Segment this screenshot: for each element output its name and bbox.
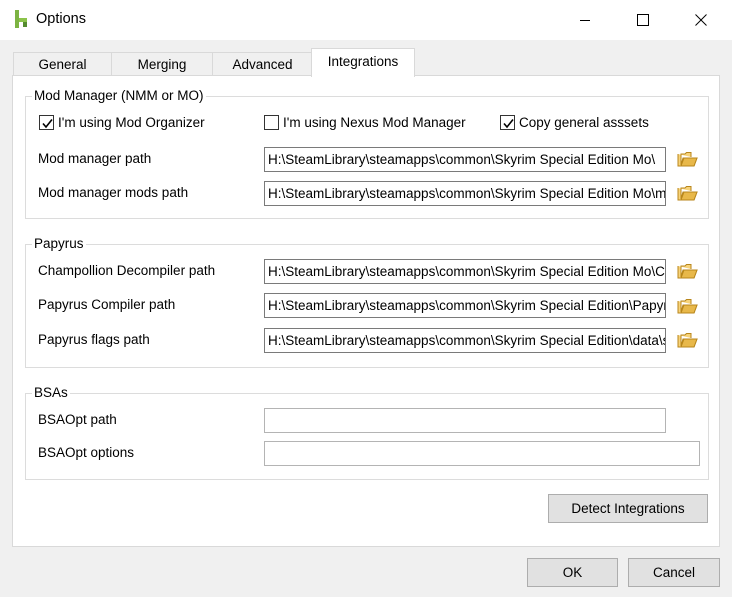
- compiler-path-input[interactable]: H:\SteamLibrary\steamapps\common\Skyrim …: [264, 293, 666, 318]
- decompiler-path-browse-button[interactable]: [677, 263, 698, 280]
- copy-general-assets-checkbox[interactable]: Copy general asssets: [500, 115, 649, 130]
- folder-icon: [677, 152, 698, 167]
- mod-manager-path-input[interactable]: H:\SteamLibrary\steamapps\common\Skyrim …: [264, 147, 666, 172]
- ok-button[interactable]: OK: [527, 558, 618, 587]
- nexus-mod-manager-checkbox[interactable]: I'm using Nexus Mod Manager: [264, 115, 466, 130]
- minimize-button[interactable]: [556, 0, 614, 40]
- flags-path-browse-button[interactable]: [677, 332, 698, 349]
- checkbox-box[interactable]: [500, 115, 515, 130]
- papyrus-group-title: Papyrus: [32, 235, 86, 253]
- bsaopt-options-label: BSAOpt options: [38, 445, 135, 460]
- window-title: Options: [36, 11, 86, 27]
- mod-organizer-checkbox[interactable]: I'm using Mod Organizer: [39, 115, 205, 130]
- folder-icon: [677, 299, 698, 314]
- mod-manager-group: Mod Manager (NMM or MO) I'm using Mod Or…: [25, 87, 709, 219]
- bsas-group: BSAs BSAOpt path BSAOpt options: [25, 384, 709, 480]
- mod-manager-path-browse-button[interactable]: [677, 151, 698, 168]
- close-icon: [695, 14, 707, 26]
- mod-organizer-checkbox-label: I'm using Mod Organizer: [58, 115, 205, 130]
- title-bar: Options: [0, 0, 732, 40]
- bsaopt-path-label: BSAOpt path: [38, 412, 117, 427]
- checkbox-box[interactable]: [264, 115, 279, 130]
- mod-manager-path-label: Mod manager path: [38, 151, 152, 166]
- close-button[interactable]: [672, 0, 730, 40]
- decompiler-path-input[interactable]: H:\SteamLibrary\steamapps\common\Skyrim …: [264, 259, 666, 284]
- compiler-path-browse-button[interactable]: [677, 298, 698, 315]
- flags-path-label: Papyrus flags path: [38, 332, 150, 347]
- tab-integrations[interactable]: Integrations: [311, 48, 415, 77]
- bsaopt-path-input[interactable]: [264, 408, 666, 433]
- folder-icon: [677, 333, 698, 348]
- maximize-icon: [637, 14, 649, 26]
- compiler-path-label: Papyrus Compiler path: [38, 297, 176, 312]
- checkmark-icon: [503, 119, 514, 129]
- tab-advanced[interactable]: Advanced: [212, 52, 313, 76]
- minimize-icon: [580, 20, 590, 21]
- checkmark-icon: [42, 119, 53, 129]
- folder-icon: [677, 186, 698, 201]
- app-logo-icon: [12, 9, 30, 29]
- decompiler-path-label: Champollion Decompiler path: [38, 263, 216, 278]
- mod-manager-group-title: Mod Manager (NMM or MO): [32, 87, 206, 105]
- cancel-button[interactable]: Cancel: [628, 558, 720, 587]
- papyrus-group: Papyrus Champollion Decompiler path H:\S…: [25, 235, 709, 368]
- flags-path-input[interactable]: H:\SteamLibrary\steamapps\common\Skyrim …: [264, 328, 666, 353]
- folder-icon: [677, 264, 698, 279]
- integrations-panel: Mod Manager (NMM or MO) I'm using Mod Or…: [12, 75, 720, 547]
- mod-manager-mods-path-input[interactable]: H:\SteamLibrary\steamapps\common\Skyrim …: [264, 181, 666, 206]
- mod-manager-mods-path-label: Mod manager mods path: [38, 185, 189, 200]
- tab-merging[interactable]: Merging: [111, 52, 213, 76]
- bsaopt-options-input[interactable]: [264, 441, 700, 466]
- copy-general-assets-checkbox-label: Copy general asssets: [519, 115, 649, 130]
- detect-integrations-button[interactable]: Detect Integrations: [548, 494, 708, 523]
- checkbox-box[interactable]: [39, 115, 54, 130]
- maximize-button[interactable]: [614, 0, 672, 40]
- mod-manager-mods-path-browse-button[interactable]: [677, 185, 698, 202]
- tab-general[interactable]: General: [13, 52, 112, 76]
- bsas-group-title: BSAs: [32, 384, 70, 402]
- nexus-mod-manager-checkbox-label: I'm using Nexus Mod Manager: [283, 115, 466, 130]
